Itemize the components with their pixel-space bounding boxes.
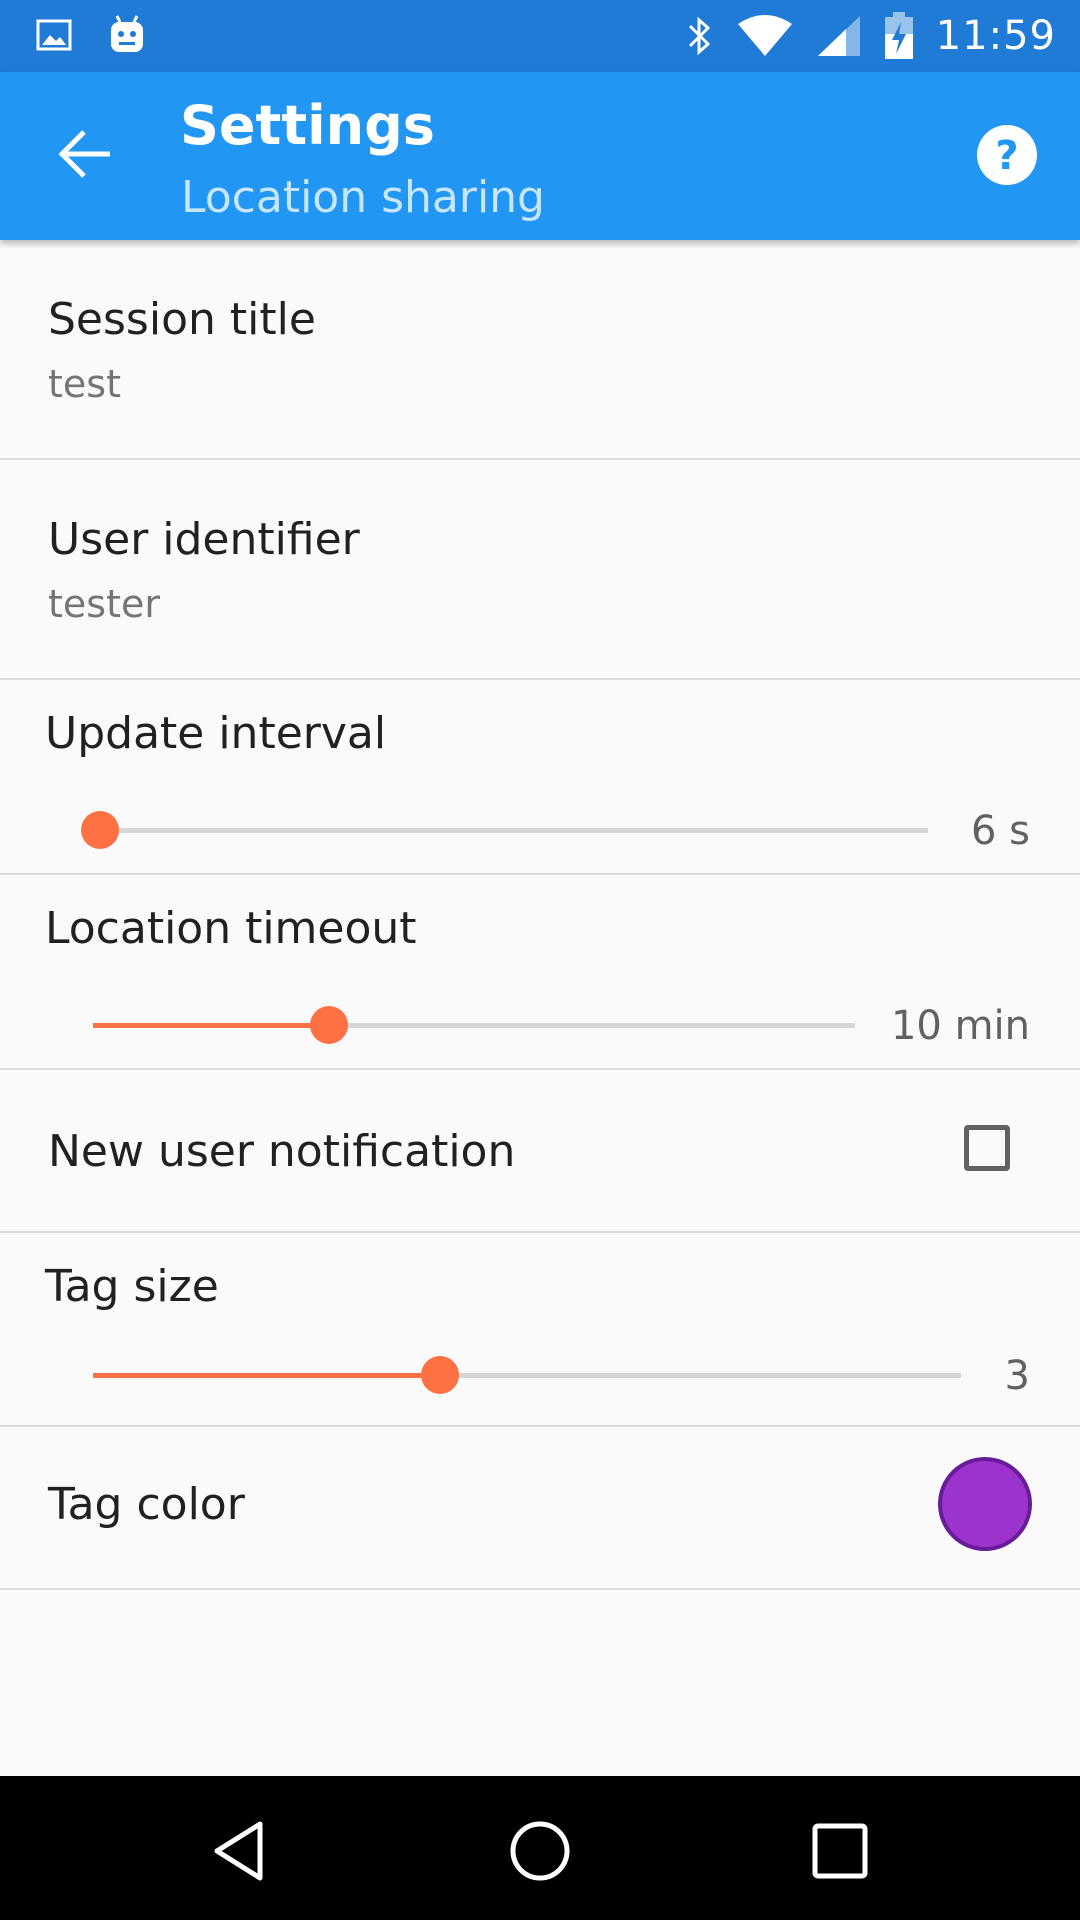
update-interval-setting: Update interval 6 s [0, 680, 1080, 875]
recents-square-icon[interactable] [805, 1816, 875, 1886]
help-icon[interactable]: ? [976, 124, 1038, 186]
session-title-value: test [48, 362, 121, 406]
update-interval-track[interactable] [100, 828, 928, 833]
user-identifier-label: User identifier [48, 514, 360, 565]
tag-size-fill [93, 1373, 441, 1378]
update-interval-value: 6 s [970, 808, 1030, 854]
wifi-icon [737, 15, 792, 56]
update-interval-thumb[interactable] [81, 811, 119, 849]
update-interval-label: Update interval [45, 708, 387, 759]
system-nav-bar [0, 1776, 1080, 1920]
new-user-notification-label: New user notification [48, 1126, 516, 1177]
tag-size-label: Tag size [45, 1261, 219, 1312]
location-timeout-fill [93, 1023, 330, 1028]
android-icon [111, 15, 143, 52]
session-title-setting[interactable]: Session title test [0, 240, 1080, 460]
new-user-notification-checkbox[interactable] [964, 1125, 1010, 1171]
svg-text:?: ? [995, 133, 1018, 179]
tag-size-setting: Tag size 3 [0, 1233, 1080, 1427]
back-triangle-icon[interactable] [205, 1816, 275, 1886]
status-time: 11:59 [935, 13, 1056, 59]
home-circle-icon[interactable] [505, 1816, 575, 1886]
session-title-label: Session title [48, 294, 316, 345]
user-identifier-value: tester [48, 582, 160, 626]
location-timeout-thumb[interactable] [310, 1006, 349, 1044]
user-identifier-setting[interactable]: User identifier tester [0, 460, 1080, 680]
page-title: Settings [180, 94, 435, 157]
app-bar: Settings Location sharing ? [0, 72, 1080, 240]
status-bar: 11:59 [0, 0, 1080, 72]
tag-size-thumb[interactable] [421, 1356, 460, 1394]
tag-size-value: 3 [1004, 1353, 1030, 1399]
tag-color-swatch[interactable] [938, 1457, 1032, 1551]
location-timeout-value: 10 min [890, 1003, 1030, 1049]
bluetooth-icon [688, 16, 710, 56]
image-icon [36, 19, 72, 51]
battery-charging-icon [884, 12, 913, 59]
settings-list: Session title test User identifier teste… [0, 240, 1080, 1590]
signal-icon [817, 16, 860, 56]
page-subtitle: Location sharing [181, 172, 545, 223]
arrow-back-icon[interactable] [56, 124, 116, 184]
new-user-notification-setting[interactable]: New user notification [0, 1070, 1080, 1233]
tag-color-label: Tag color [48, 1479, 245, 1530]
tag-color-setting[interactable]: Tag color [0, 1427, 1080, 1590]
location-timeout-label: Location timeout [45, 903, 417, 954]
location-timeout-setting: Location timeout 10 min [0, 875, 1080, 1070]
